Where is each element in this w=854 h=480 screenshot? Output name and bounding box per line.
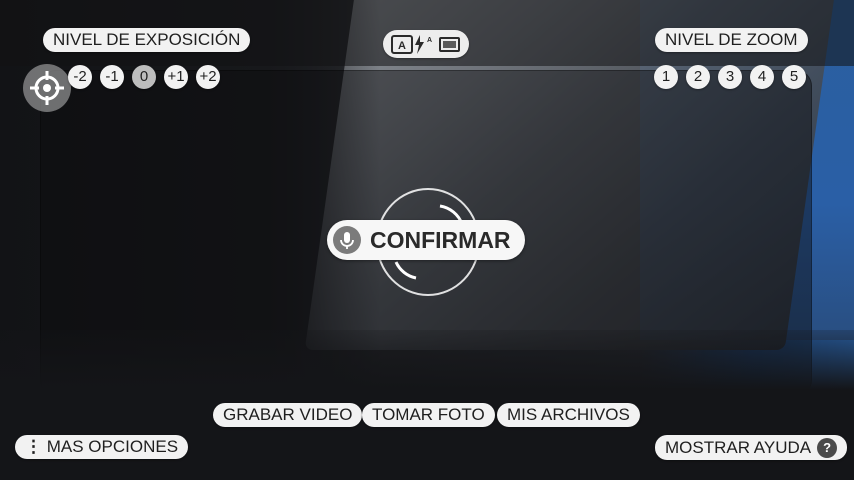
record-video-button[interactable]: GRABAR VIDEO (213, 403, 363, 427)
help-icon: ? (817, 438, 838, 458)
zoom-level-3[interactable]: 3 (718, 65, 742, 89)
show-help-button[interactable]: MOSTRAR AYUDA? (655, 435, 848, 460)
more-options-button[interactable]: ⋮ MAS OPCIONES (15, 435, 189, 459)
exposure-level-plus1[interactable]: +1 (164, 65, 188, 89)
microphone-icon (333, 226, 361, 254)
auto-flash-icon: A A (391, 35, 460, 54)
zoom-level-1[interactable]: 1 (654, 65, 678, 89)
zoom-level-2[interactable]: 2 (686, 65, 710, 89)
zoom-title: NIVEL DE ZOOM (655, 28, 808, 52)
more-options-label: MAS OPCIONES (46, 437, 179, 456)
zoom-level-5[interactable]: 5 (782, 65, 806, 89)
zoom-level-4[interactable]: 4 (750, 65, 774, 89)
show-help-label: MOSTRAR AYUDA (665, 438, 812, 457)
svg-text:A: A (427, 37, 432, 44)
focus-target-icon[interactable] (23, 64, 71, 112)
exposure-level-minus2[interactable]: -2 (68, 65, 92, 89)
confirm-button[interactable]: CONFIRMAR (327, 220, 525, 260)
svg-text:A: A (398, 40, 406, 52)
take-photo-button[interactable]: TOMAR FOTO (362, 403, 495, 427)
capture-mode-bar[interactable]: A A (383, 30, 469, 58)
confirm-label: CONFIRMAR (370, 227, 511, 253)
exposure-level-0[interactable]: 0 (132, 65, 156, 89)
more-options-icon: ⋮ (25, 437, 42, 456)
my-files-button[interactable]: MIS ARCHIVOS (497, 403, 640, 427)
exposure-level-plus2[interactable]: +2 (196, 65, 220, 89)
exposure-title: NIVEL DE EXPOSICIÓN (43, 28, 251, 52)
exposure-level-minus1[interactable]: -1 (100, 65, 124, 89)
